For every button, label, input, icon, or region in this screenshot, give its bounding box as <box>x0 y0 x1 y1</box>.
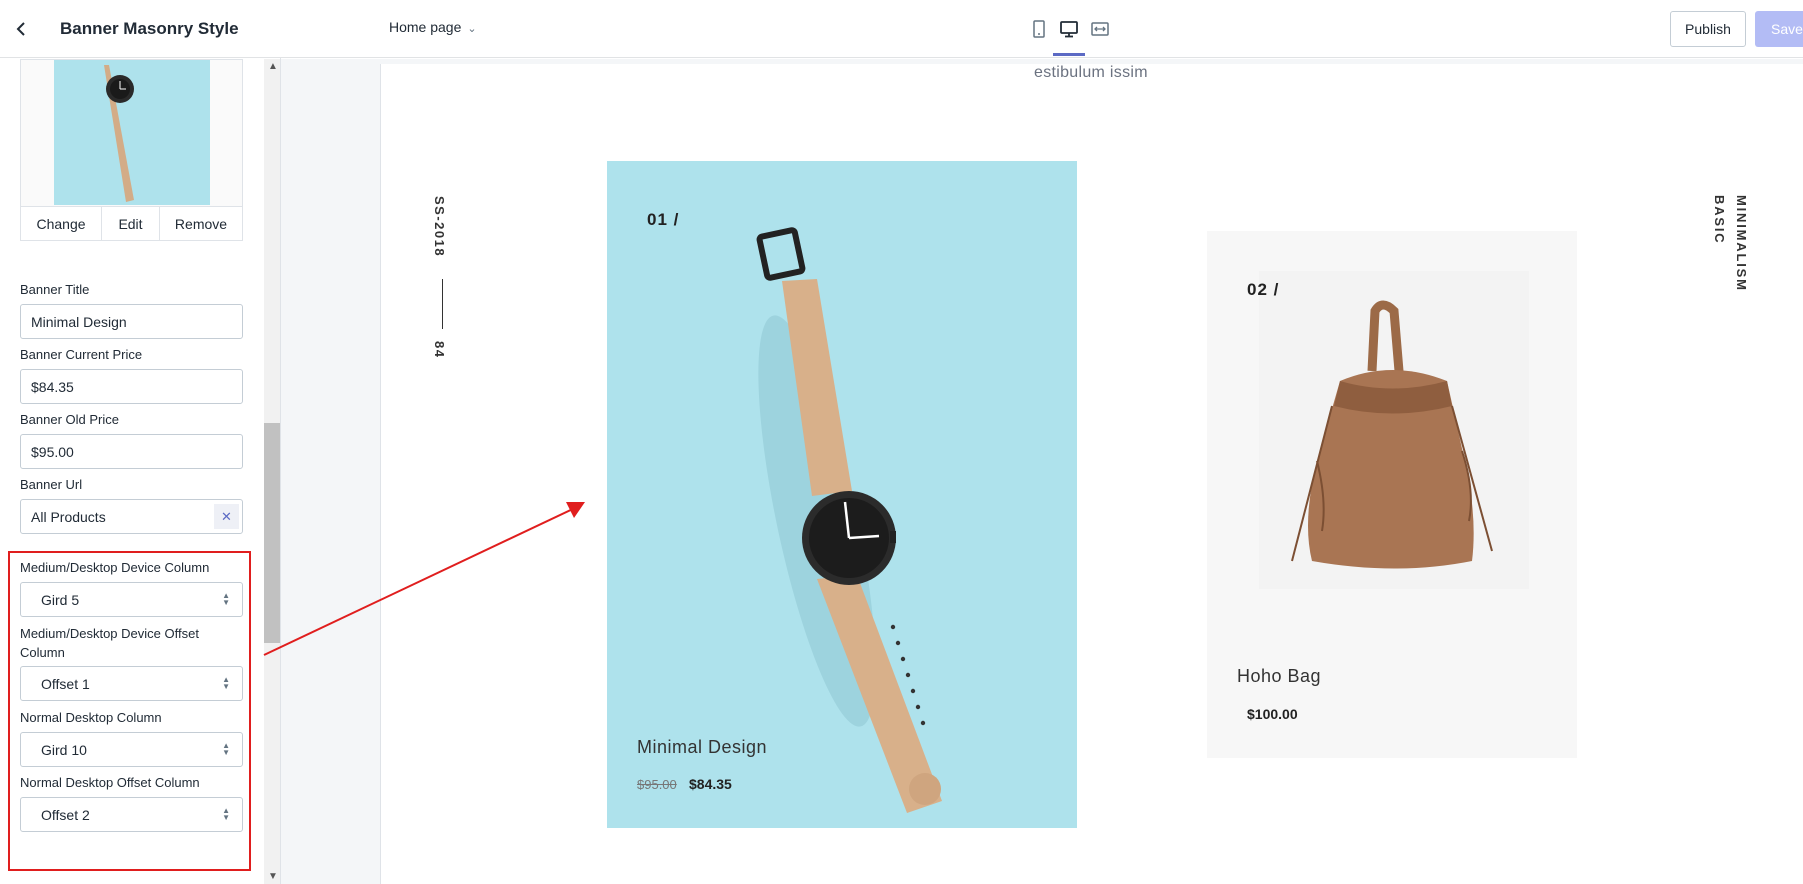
md-offset-value: Offset 1 <box>41 675 90 692</box>
active-device-indicator <box>1053 53 1085 56</box>
sidebar-content: Change Edit Remove Banner Title Minimal … <box>0 59 263 884</box>
banner-title[interactable]: Minimal Design <box>637 737 767 758</box>
banner-number: 01 / <box>647 210 680 229</box>
section-heading-text: estibulum issim <box>1034 64 1148 81</box>
select-arrows-icon: ▲ ▼ <box>222 741 230 757</box>
sidebar-header: Banner Masonry Style <box>0 0 281 58</box>
fullwidth-icon[interactable] <box>1089 18 1111 40</box>
md-offset-select[interactable]: Offset 1 ▲ ▼ <box>20 666 243 701</box>
back-button[interactable] <box>10 17 34 41</box>
nd-column-value: Gird 10 <box>41 741 87 758</box>
chevron-left-icon <box>16 22 25 36</box>
select-arrows-icon: ▲ ▼ <box>222 675 230 691</box>
banner-current-price-value: $84.35 <box>31 378 74 395</box>
banner-title-value: Minimal Design <box>31 313 127 330</box>
nd-column-select[interactable]: Gird 10 ▲ ▼ <box>20 732 243 767</box>
watch-image <box>756 227 942 813</box>
mobile-icon[interactable] <box>1028 18 1050 40</box>
banner-thumbnail <box>54 60 210 205</box>
banner-old-price-input[interactable]: $95.00 <box>20 434 243 469</box>
remove-image-button[interactable]: Remove <box>160 207 242 240</box>
banner-current-price-label: Banner Current Price <box>20 347 143 362</box>
banner-current-price-input[interactable]: $84.35 <box>20 369 243 404</box>
banner-title[interactable]: Hoho Bag <box>1237 666 1321 687</box>
nd-offset-value: Offset 2 <box>41 806 90 823</box>
scroll-down-icon[interactable]: ▼ <box>268 871 278 882</box>
banner-old-price-value: $95.00 <box>31 443 74 460</box>
banner-current-price: $100.00 <box>1247 706 1298 722</box>
md-offset-label-line2: Column <box>20 645 65 660</box>
banner-number: 02 / <box>1247 280 1280 299</box>
banner-old-price: $95.00 <box>637 777 677 792</box>
edit-image-button[interactable]: Edit <box>102 207 160 240</box>
nd-column-label: Normal Desktop Column <box>20 710 162 725</box>
md-offset-label-line1: Medium/Desktop Device Offset <box>20 626 199 641</box>
banner-card-watch[interactable]: 01 / Minimal Design $95.00 $84.35 <box>607 161 1077 828</box>
image-actions: Change Edit Remove <box>20 206 243 241</box>
select-arrows-icon: ▲ ▼ <box>222 591 230 607</box>
sidebar-title: Banner Masonry Style <box>60 19 239 38</box>
publish-button[interactable]: Publish <box>1670 11 1746 47</box>
page-selector[interactable]: Home page ⌄ <box>389 19 477 35</box>
md-column-label: Medium/Desktop Device Column <box>20 560 210 575</box>
md-column-select[interactable]: Gird 5 ▲ ▼ <box>20 582 243 617</box>
banner-current-price: $84.35 <box>689 776 732 792</box>
desktop-icon[interactable] <box>1058 18 1080 40</box>
banner-url-label: Banner Url <box>20 477 83 492</box>
vertical-divider <box>442 279 443 329</box>
chevron-down-icon: ⌄ <box>467 23 477 35</box>
scroll-up-icon[interactable]: ▲ <box>268 61 278 72</box>
save-button[interactable]: Save <box>1755 11 1803 47</box>
settings-sidebar: Banner Masonry Style Change Edit Remove <box>0 0 281 884</box>
close-icon: ✕ <box>221 508 232 524</box>
nd-offset-label: Normal Desktop Offset Column <box>20 775 200 790</box>
preview-canvas <box>380 64 1803 884</box>
md-column-value: Gird 5 <box>41 591 80 608</box>
change-image-button[interactable]: Change <box>21 207 102 240</box>
banner-old-price-label: Banner Old Price <box>20 412 119 427</box>
banner-title-label: Banner Title <box>20 282 90 297</box>
vertical-label-season: SS-2018 <box>432 196 447 258</box>
clear-url-button[interactable]: ✕ <box>214 504 239 529</box>
banner-title-input[interactable]: Minimal Design <box>20 304 243 339</box>
banner-card-bag[interactable]: 02 / Hoho Bag $100.00 <box>1207 231 1577 758</box>
vertical-label-number: 84 <box>432 341 447 359</box>
nd-offset-select[interactable]: Offset 2 ▲ ▼ <box>20 797 243 832</box>
vertical-label-right: BASIC MINIMALISM <box>1712 195 1758 295</box>
vertical-label-minimalism: MINIMALISM <box>1734 195 1749 292</box>
theme-editor: Banner Masonry Style Change Edit Remove <box>0 0 1803 884</box>
banner-url-value: All Products <box>31 508 106 525</box>
vertical-label-basic: BASIC <box>1712 195 1727 245</box>
banner-url-input[interactable]: All Products ✕ <box>20 499 243 534</box>
page-selector-label: Home page <box>389 19 462 35</box>
scrollbar-thumb[interactable] <box>264 423 280 643</box>
vertical-label-left: SS-2018 84 <box>432 196 452 366</box>
md-offset-label: Medium/Desktop Device Offset Column <box>20 624 199 662</box>
sidebar-scrollbar[interactable]: ▲ ▼ <box>264 59 280 884</box>
select-arrows-icon: ▲ ▼ <box>222 806 230 822</box>
top-bar: Home page ⌄ Publish Save <box>281 0 1803 58</box>
